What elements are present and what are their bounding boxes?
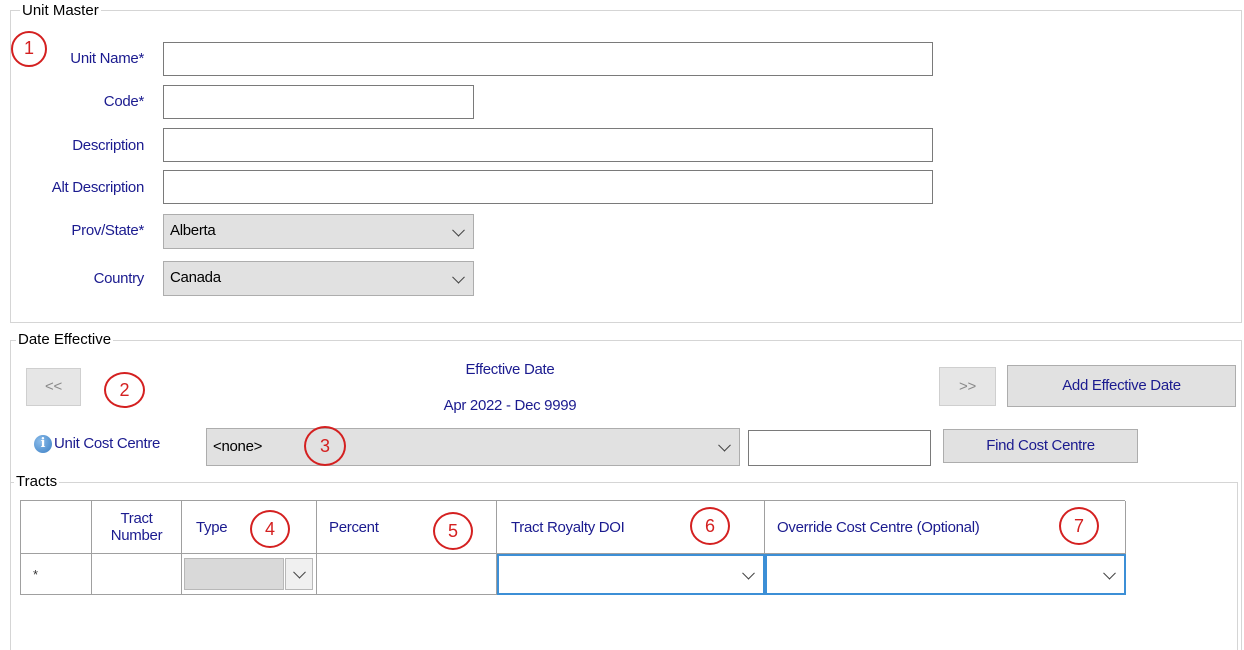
tracts-legend: Tracts xyxy=(14,473,60,491)
alt-description-field[interactable] xyxy=(163,170,933,204)
next-date-button[interactable]: >> xyxy=(939,367,996,406)
chevron-down-icon xyxy=(452,270,465,284)
unit-cost-centre-label: Unit Cost Centre xyxy=(54,435,161,452)
description-label: Description xyxy=(72,137,144,154)
add-effective-date-button[interactable]: Add Effective Date xyxy=(1007,365,1236,407)
new-row-marker: * xyxy=(21,554,92,595)
type-cell-select[interactable] xyxy=(182,554,317,595)
description-field[interactable] xyxy=(163,128,933,162)
country-value: Canada xyxy=(170,269,221,286)
code-label: Code* xyxy=(103,93,145,110)
country-select[interactable]: Canada xyxy=(163,261,474,296)
code-field[interactable] xyxy=(163,85,474,119)
annotation-marker-3: 3 xyxy=(304,426,346,466)
prov-state-value: Alberta xyxy=(170,222,216,239)
tract-number-cell[interactable] xyxy=(92,554,182,595)
previous-date-button[interactable]: << xyxy=(26,368,81,406)
annotation-marker-1: 1 xyxy=(11,31,47,67)
annotation-marker-6: 6 xyxy=(690,507,730,545)
prov-state-select[interactable]: Alberta xyxy=(163,214,474,249)
find-cost-centre-button[interactable]: Find Cost Centre xyxy=(943,429,1138,463)
chevron-down-icon xyxy=(452,223,465,237)
effective-date-title: Effective Date xyxy=(465,361,555,378)
effective-date-range: Apr 2022 - Dec 9999 xyxy=(443,397,577,414)
chevron-down-icon xyxy=(285,558,313,590)
annotation-marker-2: 2 xyxy=(104,372,145,408)
annotation-marker-7: 7 xyxy=(1059,507,1099,545)
column-header-tract-number[interactable]: Tract Number xyxy=(92,501,182,554)
country-label: Country xyxy=(93,270,145,287)
percent-cell[interactable] xyxy=(317,554,497,595)
row-header-corner xyxy=(21,501,92,554)
prov-state-label: Prov/State* xyxy=(71,222,144,239)
chevron-down-icon xyxy=(718,438,731,452)
cost-centre-search-field[interactable] xyxy=(748,430,931,466)
override-cost-centre-select[interactable] xyxy=(765,554,1126,595)
unit-cost-centre-select[interactable]: <none> xyxy=(206,428,740,466)
chevron-down-icon xyxy=(1103,566,1116,580)
annotation-marker-4: 4 xyxy=(250,510,290,548)
chevron-down-icon xyxy=(742,566,755,580)
date-effective-legend: Date Effective xyxy=(16,331,114,349)
alt-description-label: Alt Description xyxy=(51,179,145,196)
annotation-marker-5: 5 xyxy=(433,512,473,550)
info-icon: i xyxy=(34,435,52,453)
unit-master-legend: Unit Master xyxy=(20,2,101,20)
tract-royalty-doi-select[interactable] xyxy=(497,554,765,595)
cost-centre-value: <none> xyxy=(213,438,263,455)
unit-name-field[interactable] xyxy=(163,42,933,76)
tracts-grid[interactable]: Tract Number Type Percent Tract Royalty … xyxy=(20,500,1126,595)
